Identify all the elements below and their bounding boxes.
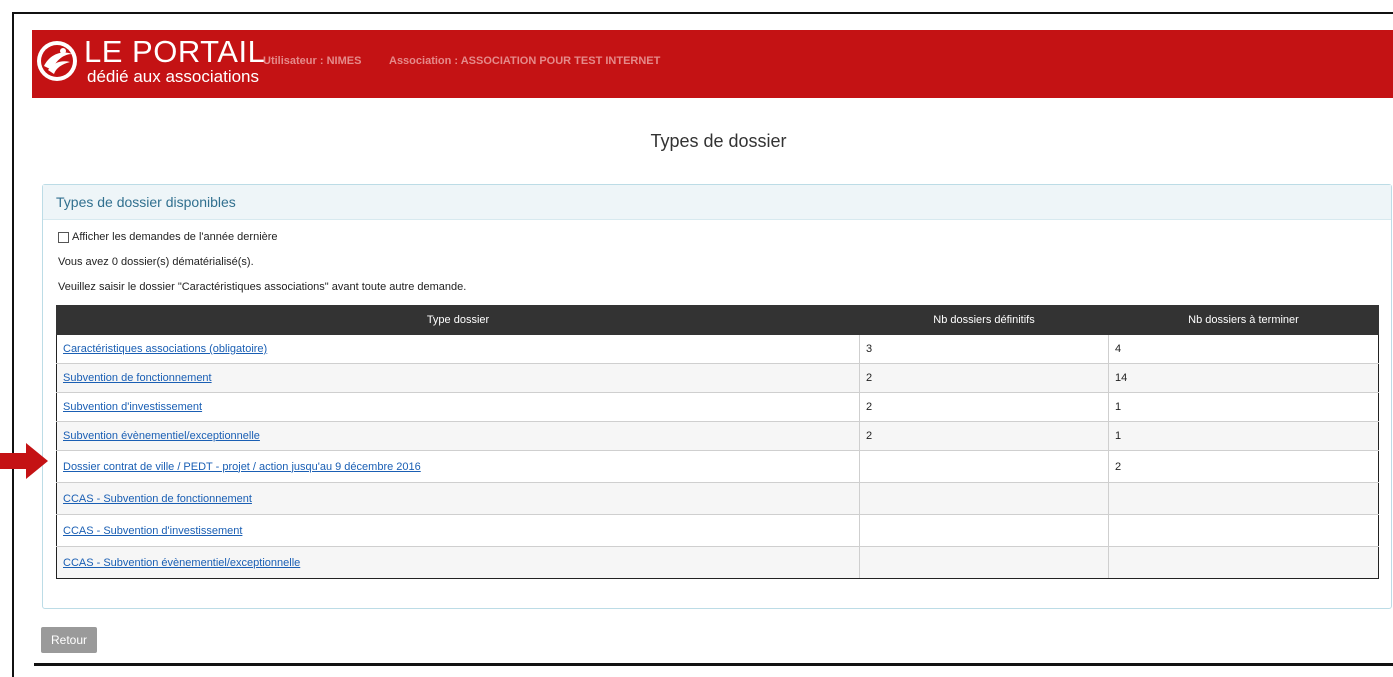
type-cell: CCAS - Subvention évènementiel/exception… bbox=[56, 546, 860, 579]
page-title: Types de dossier bbox=[650, 131, 787, 151]
dossier-type-link[interactable]: Subvention d'investissement bbox=[63, 401, 202, 413]
column-header-type: Type dossier bbox=[56, 305, 860, 335]
definitifs-cell: 2 bbox=[859, 392, 1109, 422]
definitifs-cell bbox=[859, 514, 1109, 547]
dossier-type-link[interactable]: Subvention de fonctionnement bbox=[63, 372, 212, 384]
back-button[interactable]: Retour bbox=[41, 627, 97, 653]
last-year-checkbox-row[interactable]: Afficher les demandes de l'année dernièr… bbox=[58, 231, 278, 243]
type-cell: CCAS - Subvention de fonctionnement bbox=[56, 482, 860, 515]
last-year-checkbox[interactable] bbox=[58, 231, 69, 243]
a-terminer-cell: 2 bbox=[1108, 450, 1379, 483]
frame-left-border bbox=[12, 12, 14, 677]
frame-top-border bbox=[12, 12, 1393, 14]
red-right-arrow-icon bbox=[0, 443, 48, 479]
user-info: Utilisateur : NIMES bbox=[263, 55, 362, 67]
table-row: CCAS - Subvention évènementiel/exception… bbox=[56, 546, 1379, 579]
a-terminer-cell: 14 bbox=[1108, 363, 1379, 393]
panel-heading: Types de dossier disponibles bbox=[43, 185, 1391, 220]
column-header-a-terminer: Nb dossiers à terminer bbox=[1108, 305, 1379, 335]
dossier-type-link[interactable]: CCAS - Subvention évènementiel/exception… bbox=[63, 557, 300, 569]
dossier-type-link[interactable]: Caractéristiques associations (obligatoi… bbox=[63, 343, 267, 355]
frame-bottom-border bbox=[34, 663, 1393, 666]
dossier-types-panel: Types de dossier disponibles Afficher le… bbox=[42, 184, 1392, 609]
portal-logo[interactable]: LE PORTAIL dédié aux associations bbox=[34, 34, 266, 94]
definitifs-cell: 3 bbox=[859, 334, 1109, 364]
definitifs-cell bbox=[859, 546, 1109, 579]
definitifs-cell: 2 bbox=[859, 421, 1109, 451]
a-terminer-cell bbox=[1108, 514, 1379, 547]
type-cell: Subvention évènementiel/exceptionnelle bbox=[56, 421, 860, 451]
type-cell: Subvention d'investissement bbox=[56, 392, 860, 422]
logo-title: LE PORTAIL bbox=[84, 34, 266, 69]
definitifs-cell bbox=[859, 450, 1109, 483]
table-row: Subvention évènementiel/exceptionnelle 2… bbox=[56, 421, 1379, 451]
last-year-checkbox-label: Afficher les demandes de l'année dernièr… bbox=[72, 231, 278, 243]
type-cell: Subvention de fonctionnement bbox=[56, 363, 860, 393]
dossier-type-link[interactable]: CCAS - Subvention de fonctionnement bbox=[63, 493, 252, 505]
dossier-count-text: Vous avez 0 dossier(s) dématérialisé(s). bbox=[58, 256, 254, 268]
table-row: Subvention de fonctionnement 2 14 bbox=[56, 363, 1379, 393]
table-row: CCAS - Subvention d'investissement bbox=[56, 514, 1379, 547]
a-terminer-cell bbox=[1108, 546, 1379, 579]
a-terminer-cell: 1 bbox=[1108, 392, 1379, 422]
table-header-row: Type dossier Nb dossiers définitifs Nb d… bbox=[56, 305, 1379, 335]
table-row: Dossier contrat de ville / PEDT - projet… bbox=[56, 450, 1379, 483]
dossier-type-link[interactable]: CCAS - Subvention d'investissement bbox=[63, 525, 242, 537]
definitifs-cell: 2 bbox=[859, 363, 1109, 393]
definitifs-cell bbox=[859, 482, 1109, 515]
site-header: LE PORTAIL dédié aux associations Utilis… bbox=[32, 30, 1393, 98]
notice-text: Veuillez saisir le dossier "Caractéristi… bbox=[58, 281, 467, 293]
dossier-types-table: Type dossier Nb dossiers définitifs Nb d… bbox=[56, 305, 1379, 579]
table-row: Caractéristiques associations (obligatoi… bbox=[56, 334, 1379, 364]
a-terminer-cell: 4 bbox=[1108, 334, 1379, 364]
table-row: Subvention d'investissement 2 1 bbox=[56, 392, 1379, 422]
column-header-definitifs: Nb dossiers définitifs bbox=[859, 305, 1109, 335]
type-cell: Caractéristiques associations (obligatoi… bbox=[56, 334, 860, 364]
a-terminer-cell: 1 bbox=[1108, 421, 1379, 451]
type-cell: CCAS - Subvention d'investissement bbox=[56, 514, 860, 547]
dossier-type-link[interactable]: Subvention évènementiel/exceptionnelle bbox=[63, 430, 260, 442]
table-row: CCAS - Subvention de fonctionnement bbox=[56, 482, 1379, 515]
dossier-type-link[interactable]: Dossier contrat de ville / PEDT - projet… bbox=[63, 461, 421, 473]
association-info: Association : ASSOCIATION POUR TEST INTE… bbox=[389, 55, 661, 67]
association-emblem-icon bbox=[37, 41, 77, 81]
logo-subtitle: dédié aux associations bbox=[87, 67, 260, 86]
type-cell: Dossier contrat de ville / PEDT - projet… bbox=[56, 450, 860, 483]
a-terminer-cell bbox=[1108, 482, 1379, 515]
